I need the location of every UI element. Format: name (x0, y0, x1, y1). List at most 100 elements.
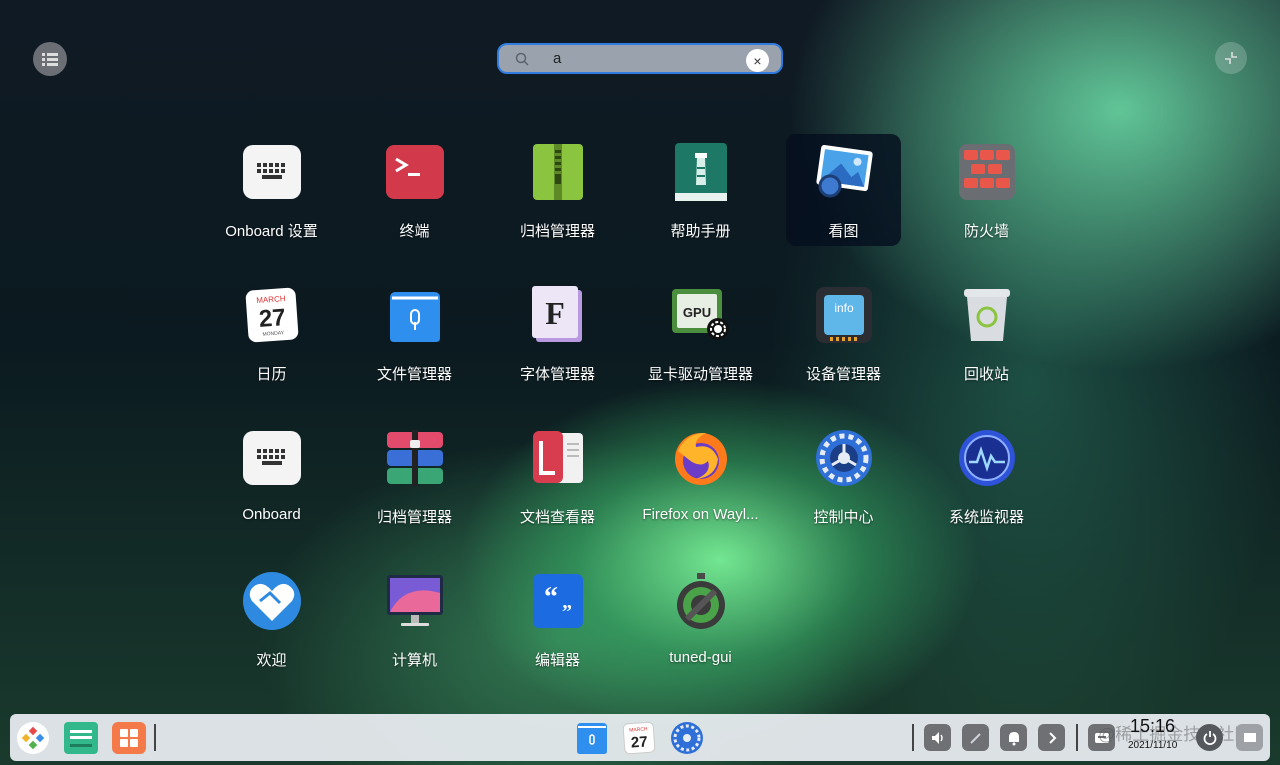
app-gpu-driver-manager[interactable]: GPU 显卡驱动管理器 (629, 277, 772, 420)
app-label: 编辑器 (534, 652, 580, 669)
app-onboard[interactable]: Onboard (200, 420, 343, 563)
taskbar-control-center[interactable] (670, 721, 704, 755)
taskbar-calendar[interactable]: MARCH 27 (622, 721, 656, 755)
app-label: 帮助手册 (670, 223, 731, 240)
show-desktop-button[interactable] (1236, 724, 1263, 751)
close-icon: × (753, 52, 762, 69)
terminal-icon (385, 142, 445, 202)
app-archive-manager[interactable]: 归档管理器 (486, 134, 629, 277)
app-label: 显卡驱动管理器 (647, 366, 753, 383)
archive-stack-icon (385, 428, 445, 488)
taskbar-file-manager[interactable] (575, 721, 609, 755)
app-label: 回收站 (963, 366, 1009, 383)
launcher-button[interactable] (16, 721, 50, 755)
pen-icon (969, 732, 981, 744)
control-center-icon (814, 428, 874, 488)
app-store-button[interactable] (112, 721, 146, 755)
app-firefox[interactable]: Firefox on Wayl... (629, 420, 772, 563)
multitasking-icon (64, 722, 98, 754)
chevron-right-icon (1048, 731, 1056, 744)
multitasking-view-button[interactable] (64, 721, 98, 755)
app-welcome[interactable]: 欢迎 (200, 563, 343, 706)
fullscreen-menu-toggle-button[interactable] (33, 42, 67, 76)
app-tuned-gui[interactable]: tuned-gui (629, 563, 772, 706)
taskbar-divider (154, 724, 156, 751)
app-label: 字体管理器 (519, 366, 595, 383)
app-label: 归档管理器 (376, 509, 452, 526)
file-manager-icon (385, 285, 445, 345)
app-label: 欢迎 (256, 652, 287, 669)
app-help-manual[interactable]: 帮助手册 (629, 134, 772, 277)
tray-expand-button[interactable] (1038, 724, 1065, 751)
welcome-icon (242, 571, 302, 631)
app-document-viewer[interactable]: 文档查看器 (486, 420, 629, 563)
screen-pen-button[interactable] (962, 724, 989, 751)
font-manager-icon: F (528, 285, 588, 345)
app-label: 看图 (828, 223, 859, 240)
svg-text:info: info (834, 301, 854, 315)
power-icon (1203, 730, 1216, 745)
app-editor[interactable]: “ ” 编辑器 (486, 563, 629, 706)
clock-time[interactable]: 15:16 (1130, 716, 1175, 737)
app-computer[interactable]: 计算机 (343, 563, 486, 706)
app-label: Onboard (242, 506, 301, 523)
app-system-monitor[interactable]: 系统监视器 (915, 420, 1058, 563)
app-label: 控制中心 (813, 509, 874, 526)
image-viewer-icon (814, 142, 874, 202)
app-onboard-settings[interactable]: Onboard 设置 (200, 134, 343, 277)
app-file-manager[interactable]: 文件管理器 (343, 277, 486, 420)
app-label: 计算机 (391, 652, 437, 669)
app-font-manager[interactable]: F 字体管理器 (486, 277, 629, 420)
clear-search-button[interactable]: × (746, 49, 769, 72)
notification-button[interactable] (1000, 724, 1027, 751)
keyboard-icon (242, 428, 302, 488)
list-icon (42, 53, 58, 66)
tuned-gui-icon (671, 571, 731, 631)
taskbar-divider (1076, 724, 1078, 751)
volume-button[interactable] (924, 724, 951, 751)
calendar-icon: MARCH 27 (622, 721, 656, 755)
app-grid: Onboard 设置 终端 归档管理器 帮助手册 看图 防火墙 MARCH 27… (200, 134, 1058, 706)
app-firewall[interactable]: 防火墙 (915, 134, 1058, 277)
app-control-center[interactable]: 控制中心 (772, 420, 915, 563)
app-label: 设备管理器 (805, 366, 881, 383)
app-device-manager[interactable]: info 设备管理器 (772, 277, 915, 420)
launcher-icon (17, 722, 49, 754)
app-calendar[interactable]: MARCH 27 MONDAY 日历 (200, 277, 343, 420)
app-image-viewer[interactable]: 看图 (786, 134, 901, 246)
app-label: 归档管理器 (519, 223, 595, 240)
app-label: 防火墙 (963, 223, 1009, 240)
gpu-driver-icon: GPU (671, 285, 731, 345)
keyboard-icon (242, 142, 302, 202)
app-label: Firefox on Wayl... (642, 506, 759, 523)
app-label: 日历 (256, 366, 287, 383)
svg-text:”: ” (562, 601, 572, 623)
app-label: 终端 (399, 223, 430, 240)
app-label: Onboard 设置 (225, 223, 318, 240)
system-monitor-icon (957, 428, 1017, 488)
taskbar-divider (912, 724, 914, 751)
app-label: 文档查看器 (519, 509, 595, 526)
firefox-icon (671, 428, 731, 488)
trash-icon (957, 285, 1017, 345)
search-box[interactable]: × (497, 43, 783, 74)
svg-text:27: 27 (257, 304, 286, 333)
app-terminal[interactable]: 终端 (343, 134, 486, 277)
help-manual-icon (671, 142, 731, 202)
bell-icon (1008, 731, 1019, 745)
svg-text:“: “ (544, 582, 558, 613)
app-archive-manager-2[interactable]: 归档管理器 (343, 420, 486, 563)
editor-icon: “ ” (528, 571, 588, 631)
svg-text:27: 27 (630, 733, 648, 751)
svg-text:F: F (545, 295, 565, 331)
app-trash[interactable]: 回收站 (915, 277, 1058, 420)
app-label: tuned-gui (669, 649, 732, 666)
search-input[interactable] (551, 49, 735, 68)
exit-fullscreen-button[interactable] (1215, 42, 1247, 74)
power-button[interactable] (1196, 724, 1223, 751)
search-icon (515, 52, 529, 66)
document-viewer-icon (528, 428, 588, 488)
clock-date: 2021/11/10 (1128, 740, 1178, 751)
app-label: 系统监视器 (948, 509, 1024, 526)
taskbar: MARCH 27 @稀土掘金技术社区 15:16 2021/11/10 (10, 714, 1270, 761)
